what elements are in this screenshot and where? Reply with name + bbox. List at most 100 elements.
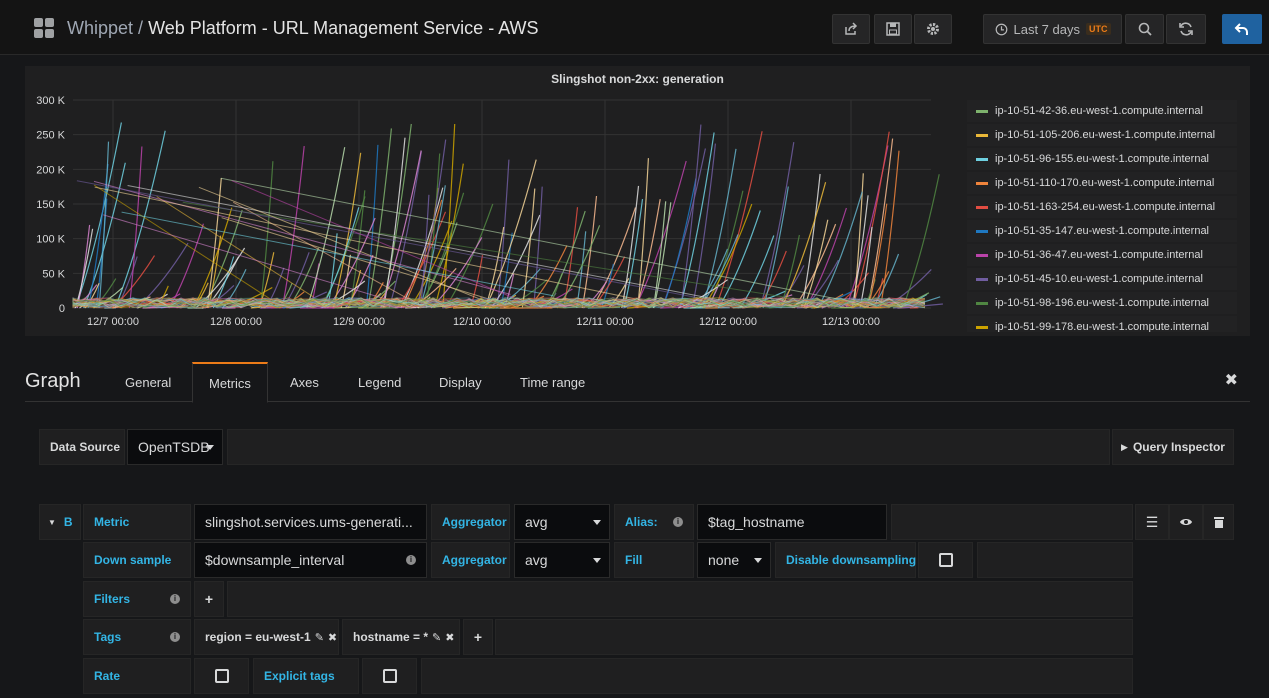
legend-item[interactable]: ip-10-51-98-196.eu-west-1.compute.intern…: [967, 292, 1237, 314]
line-chart[interactable]: 0 50 K 100 K 150 K 200 K 250 K 300 K 12/7 00:00…: [25, 66, 965, 336]
legend-item[interactable]: ip-10-51-96-155.eu-west-1.compute.intern…: [967, 148, 1237, 170]
legend-label[interactable]: ip-10-51-36-47.eu-west-1.compute.interna…: [995, 249, 1203, 261]
back-to-dashboard-button[interactable]: [1222, 14, 1262, 44]
settings-button[interactable]: [914, 14, 952, 44]
aggregator-value: avg: [525, 514, 548, 530]
query-inspector-button[interactable]: ▶ Query Inspector: [1112, 429, 1234, 465]
fill-select[interactable]: none: [697, 542, 771, 578]
rate-checkbox-box[interactable]: [194, 658, 249, 694]
legend-item[interactable]: ip-10-51-110-170.eu-west-1.compute.inter…: [967, 172, 1237, 194]
legend-swatch[interactable]: [976, 109, 988, 113]
rate-checkbox[interactable]: [214, 669, 229, 683]
pencil-icon[interactable]: ✎: [315, 631, 324, 644]
legend-item[interactable]: ip-10-51-105-206.eu-west-1.compute.inter…: [967, 124, 1237, 146]
share-button[interactable]: [832, 14, 870, 44]
panel-editor-header: Graph General Metrics Axes Legend Displa…: [25, 360, 1250, 403]
metric-input[interactable]: slingshot.services.ums-generati...: [194, 504, 427, 540]
legend-item[interactable]: ip-10-51-35-147.eu-west-1.compute.intern…: [967, 220, 1237, 242]
dashboards-grid-icon[interactable]: [34, 18, 54, 38]
legend-label[interactable]: ip-10-51-163-254.eu-west-1.compute.inter…: [995, 201, 1215, 213]
legend-swatch[interactable]: [976, 157, 988, 161]
close-editor-icon[interactable]: ✖: [1225, 370, 1238, 390]
legend-swatch[interactable]: [976, 205, 988, 209]
hamburger-icon: ☰: [1145, 513, 1159, 530]
caret-down-icon: ▼: [48, 517, 56, 527]
legend-label[interactable]: ip-10-51-98-196.eu-west-1.compute.intern…: [995, 297, 1209, 309]
tag-item[interactable]: region = eu-west-1 ✎ ✖: [194, 619, 339, 655]
alias-input[interactable]: $tag_hostname: [697, 504, 887, 540]
ds-aggregator-select[interactable]: avg: [514, 542, 610, 578]
query-menu-button[interactable]: ☰: [1135, 504, 1169, 540]
tab-general[interactable]: General: [109, 362, 187, 402]
search-icon: [1138, 22, 1152, 36]
legend-label[interactable]: ip-10-51-96-155.eu-west-1.compute.intern…: [995, 153, 1209, 165]
add-tag-button[interactable]: +: [463, 619, 493, 655]
info-icon[interactable]: i: [673, 517, 683, 527]
legend-swatch[interactable]: [976, 325, 988, 329]
legend-swatch[interactable]: [976, 301, 988, 305]
query-ref-id: B: [63, 515, 73, 529]
legend-label[interactable]: ip-10-51-105-206.eu-west-1.compute.inter…: [995, 129, 1215, 141]
legend-swatch[interactable]: [976, 181, 988, 185]
ds-aggregator-label-box: Aggregator: [431, 542, 510, 578]
plus-icon: +: [473, 629, 483, 645]
aggregator-select[interactable]: avg: [514, 504, 610, 540]
explicit-tags-checkbox[interactable]: [382, 669, 397, 683]
legend-label[interactable]: ip-10-51-110-170.eu-west-1.compute.inter…: [995, 177, 1214, 189]
legend-item[interactable]: ip-10-51-36-47.eu-west-1.compute.interna…: [967, 244, 1237, 266]
dashboard-title[interactable]: Web Platform - URL Management Service - …: [148, 18, 538, 38]
breadcrumb-folder[interactable]: Whippet /: [67, 18, 143, 38]
disable-downsampling-checkbox-box[interactable]: [918, 542, 973, 578]
tag-item[interactable]: hostname = * ✎ ✖: [342, 619, 460, 655]
refresh-button[interactable]: [1166, 14, 1206, 44]
y-tick-label: 150 K: [36, 199, 65, 211]
remove-tag-icon[interactable]: ✖: [445, 631, 454, 644]
gear-icon: [927, 23, 939, 35]
legend-swatch[interactable]: [976, 229, 988, 233]
legend-label[interactable]: ip-10-51-99-178.eu-west-1.compute.intern…: [995, 321, 1209, 332]
save-dashboard-button[interactable]: [874, 14, 912, 44]
refresh-icon: [1179, 22, 1193, 36]
pencil-icon[interactable]: ✎: [432, 631, 441, 644]
time-range-picker[interactable]: Last 7 days UTC: [983, 14, 1122, 44]
tab-axes[interactable]: Axes: [274, 362, 335, 402]
remove-tag-icon[interactable]: ✖: [328, 631, 337, 644]
explicit-tags-checkbox-box[interactable]: [362, 658, 417, 694]
info-icon[interactable]: i: [170, 594, 180, 604]
add-filter-button[interactable]: +: [194, 581, 224, 617]
info-icon[interactable]: i: [406, 555, 416, 565]
legend-item[interactable]: ip-10-51-42-36.eu-west-1.compute.interna…: [967, 100, 1237, 122]
delete-query-button[interactable]: [1203, 504, 1234, 540]
legend-item[interactable]: ip-10-51-163-254.eu-west-1.compute.inter…: [967, 196, 1237, 218]
tags-label: Tags: [94, 630, 122, 644]
legend-label[interactable]: ip-10-51-42-36.eu-west-1.compute.interna…: [995, 105, 1203, 117]
legend-swatch[interactable]: [976, 253, 988, 257]
query-collapse-toggle[interactable]: ▼ B: [39, 504, 81, 540]
x-tick-label: 12/8 00:00: [210, 316, 262, 328]
downsample-label: Down sample: [94, 553, 172, 567]
x-tick-label: 12/12 00:00: [699, 316, 757, 328]
disable-downsampling-checkbox[interactable]: [938, 553, 953, 567]
breadcrumb[interactable]: Whippet / Web Platform - URL Management …: [67, 18, 539, 39]
fill-label: Fill: [625, 553, 643, 567]
zoom-out-button[interactable]: [1125, 14, 1164, 44]
editor-title: Graph: [25, 370, 81, 392]
legend-label[interactable]: ip-10-51-35-147.eu-west-1.compute.intern…: [995, 225, 1209, 237]
y-tick-label: 100 K: [36, 234, 65, 246]
tab-metrics[interactable]: Metrics: [192, 362, 268, 403]
downsample-input[interactable]: $downsample_interval i: [194, 542, 427, 578]
datasource-select[interactable]: OpenTSDB: [127, 429, 223, 465]
tab-legend[interactable]: Legend: [342, 362, 417, 402]
legend-item[interactable]: ip-10-51-99-178.eu-west-1.compute.intern…: [967, 316, 1237, 332]
filters-label-box: Filters i: [83, 581, 191, 617]
tab-display[interactable]: Display: [423, 362, 498, 402]
y-tick-label: 0: [59, 303, 65, 315]
info-icon[interactable]: i: [170, 632, 180, 642]
legend-label[interactable]: ip-10-51-45-10.eu-west-1.compute.interna…: [995, 273, 1203, 285]
legend-item[interactable]: ip-10-51-45-10.eu-west-1.compute.interna…: [967, 268, 1237, 290]
downsample-label-box: Down sample: [83, 542, 191, 578]
tab-time-range[interactable]: Time range: [504, 362, 601, 402]
legend-swatch[interactable]: [976, 277, 988, 281]
legend-swatch[interactable]: [976, 133, 988, 137]
toggle-query-visibility-button[interactable]: [1169, 504, 1203, 540]
